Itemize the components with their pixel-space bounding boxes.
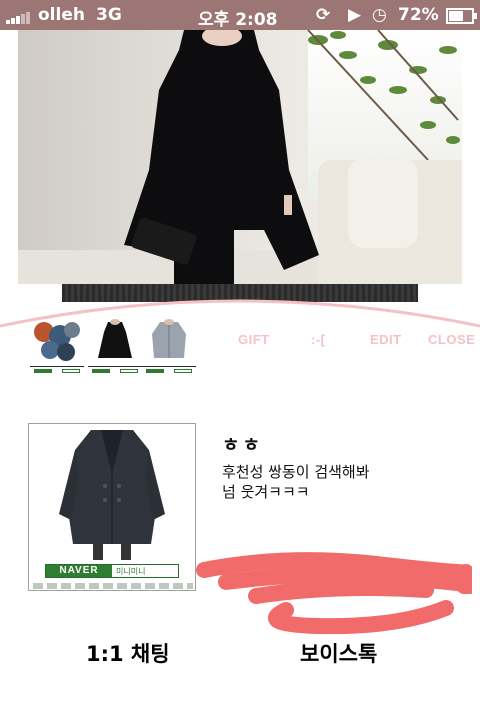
one-on-one-chat-button[interactable]: 1:1 채팅 <box>86 638 170 668</box>
naver-badge: NAVER 미니미니 <box>45 564 179 578</box>
battery-icon <box>446 8 477 24</box>
emoticon-button[interactable]: :-[ <box>311 332 326 347</box>
clock: 오후 2:08 <box>198 10 278 30</box>
gift-button[interactable]: GIFT <box>238 332 270 347</box>
profile-name: ㅎㅎ <box>222 434 263 456</box>
product-caption <box>33 583 193 589</box>
close-button[interactable]: CLOSE <box>428 332 475 347</box>
status-message-line-2: 넘 웃겨ㅋㅋㅋ <box>222 483 310 501</box>
profile-background-photo <box>18 30 462 284</box>
status-message: 후천성 쌍동이 검색해봐 넘 웃겨ㅋㅋㅋ <box>222 462 370 502</box>
status-bar: olleh 3G 오후 2:08 ⟳ ▶ ◷ 72% <box>0 0 480 30</box>
alarm-icon: ◷ <box>372 5 387 25</box>
network-type: 3G <box>96 5 122 25</box>
play-icon: ▶ <box>348 5 362 25</box>
product-image[interactable]: NAVER 미니미니 <box>28 423 196 591</box>
item-thumbnail-scarf[interactable] <box>30 318 84 376</box>
status-message-line-1: 후천성 쌍동이 검색해봐 <box>222 463 370 481</box>
redaction-scribble <box>196 552 472 634</box>
black-cape-dress-model <box>124 30 319 284</box>
coat-image <box>59 430 165 560</box>
carrier-name: olleh <box>38 5 85 25</box>
item-thumbnail-jacket[interactable] <box>142 318 196 376</box>
edit-button[interactable]: EDIT <box>370 332 402 347</box>
battery-percent: 72% <box>398 5 439 25</box>
signal-icon <box>6 10 36 24</box>
voice-talk-button[interactable]: 보이스톡 <box>300 638 377 668</box>
orientation-lock-icon: ⟳ <box>316 5 331 25</box>
item-thumbnail-dress[interactable] <box>88 318 142 376</box>
sofa-arm <box>348 158 418 248</box>
